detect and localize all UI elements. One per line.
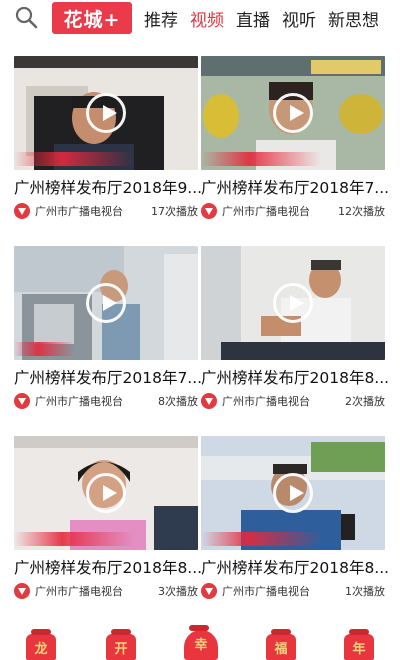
- bottom-nav: 龙 开 幸 福 年: [0, 625, 400, 660]
- brand-logo[interactable]: 花城+: [52, 2, 132, 34]
- video-thumbnail[interactable]: [201, 246, 385, 360]
- search-icon[interactable]: [14, 5, 40, 31]
- video-title[interactable]: 广州榜样发布厅2018年7...: [14, 366, 204, 388]
- nav-lantern-icon[interactable]: 福: [266, 629, 296, 660]
- video-meta: 广州市广播电视台 17次播放: [14, 202, 198, 220]
- tab-new-thought[interactable]: 新思想: [328, 6, 379, 31]
- video-title[interactable]: 广州榜样发布厅2018年7...: [201, 176, 391, 198]
- play-count: 2次播放: [345, 395, 385, 408]
- broadcaster-icon: [14, 393, 30, 409]
- video-source: 广州市广播电视台: [222, 205, 310, 218]
- tab-live[interactable]: 直播: [236, 6, 270, 31]
- play-icon[interactable]: [273, 93, 313, 133]
- video-source: 广州市广播电视台: [35, 585, 123, 598]
- video-thumbnail[interactable]: [14, 56, 198, 170]
- video-meta: 广州市广播电视台 2次播放: [201, 392, 385, 410]
- video-source: 广州市广播电视台: [222, 585, 310, 598]
- play-count: 1次播放: [345, 585, 385, 598]
- video-title[interactable]: 广州榜样发布厅2018年9...: [14, 176, 204, 198]
- video-meta: 广州市广播电视台 12次播放: [201, 202, 385, 220]
- broadcaster-icon: [14, 583, 30, 599]
- nav-lantern-label: 龙: [34, 642, 48, 657]
- broadcaster-icon: [14, 203, 30, 219]
- nav-lantern-label: 幸: [194, 638, 208, 653]
- nav-lantern-label: 年: [352, 642, 366, 657]
- tab-video[interactable]: 视频: [190, 6, 224, 31]
- video-source: 广州市广播电视台: [35, 395, 123, 408]
- channel-tabs: 推荐 视频 直播 视听 新思想: [144, 0, 391, 36]
- video-thumbnail[interactable]: [201, 56, 385, 170]
- play-icon[interactable]: [273, 283, 313, 323]
- nav-home-lantern-icon[interactable]: 幸: [184, 625, 218, 660]
- nav-lantern-icon[interactable]: 龙: [26, 629, 56, 660]
- nav-lantern-label: 福: [274, 642, 288, 657]
- play-icon[interactable]: [86, 93, 126, 133]
- top-bar: 花城+ 推荐 视频 直播 视听 新思想: [0, 0, 400, 36]
- nav-lantern-label: 开: [114, 642, 128, 657]
- nav-lantern-icon[interactable]: 开: [106, 629, 136, 660]
- video-title[interactable]: 广州榜样发布厅2018年8...: [201, 366, 391, 388]
- play-count: 8次播放: [158, 395, 198, 408]
- video-title[interactable]: 广州榜样发布厅2018年8...: [14, 556, 204, 578]
- play-icon[interactable]: [273, 473, 313, 513]
- broadcaster-icon: [201, 583, 217, 599]
- video-meta: 广州市广播电视台 1次播放: [201, 582, 385, 600]
- video-source: 广州市广播电视台: [222, 395, 310, 408]
- play-icon[interactable]: [86, 283, 126, 323]
- video-thumbnail[interactable]: [14, 246, 198, 360]
- play-count: 3次播放: [158, 585, 198, 598]
- video-title[interactable]: 广州榜样发布厅2018年8...: [201, 556, 391, 578]
- video-thumbnail[interactable]: [14, 436, 198, 550]
- video-source: 广州市广播电视台: [35, 205, 123, 218]
- tab-recommend[interactable]: 推荐: [144, 6, 178, 31]
- tab-audiovisual[interactable]: 视听: [282, 6, 316, 31]
- broadcaster-icon: [201, 203, 217, 219]
- video-meta: 广州市广播电视台 8次播放: [14, 392, 198, 410]
- video-thumbnail[interactable]: [201, 436, 385, 550]
- video-meta: 广州市广播电视台 3次播放: [14, 582, 198, 600]
- play-count: 17次播放: [151, 205, 198, 218]
- nav-lantern-icon[interactable]: 年: [344, 629, 374, 660]
- broadcaster-icon: [201, 393, 217, 409]
- play-count: 12次播放: [338, 205, 385, 218]
- play-icon[interactable]: [86, 473, 126, 513]
